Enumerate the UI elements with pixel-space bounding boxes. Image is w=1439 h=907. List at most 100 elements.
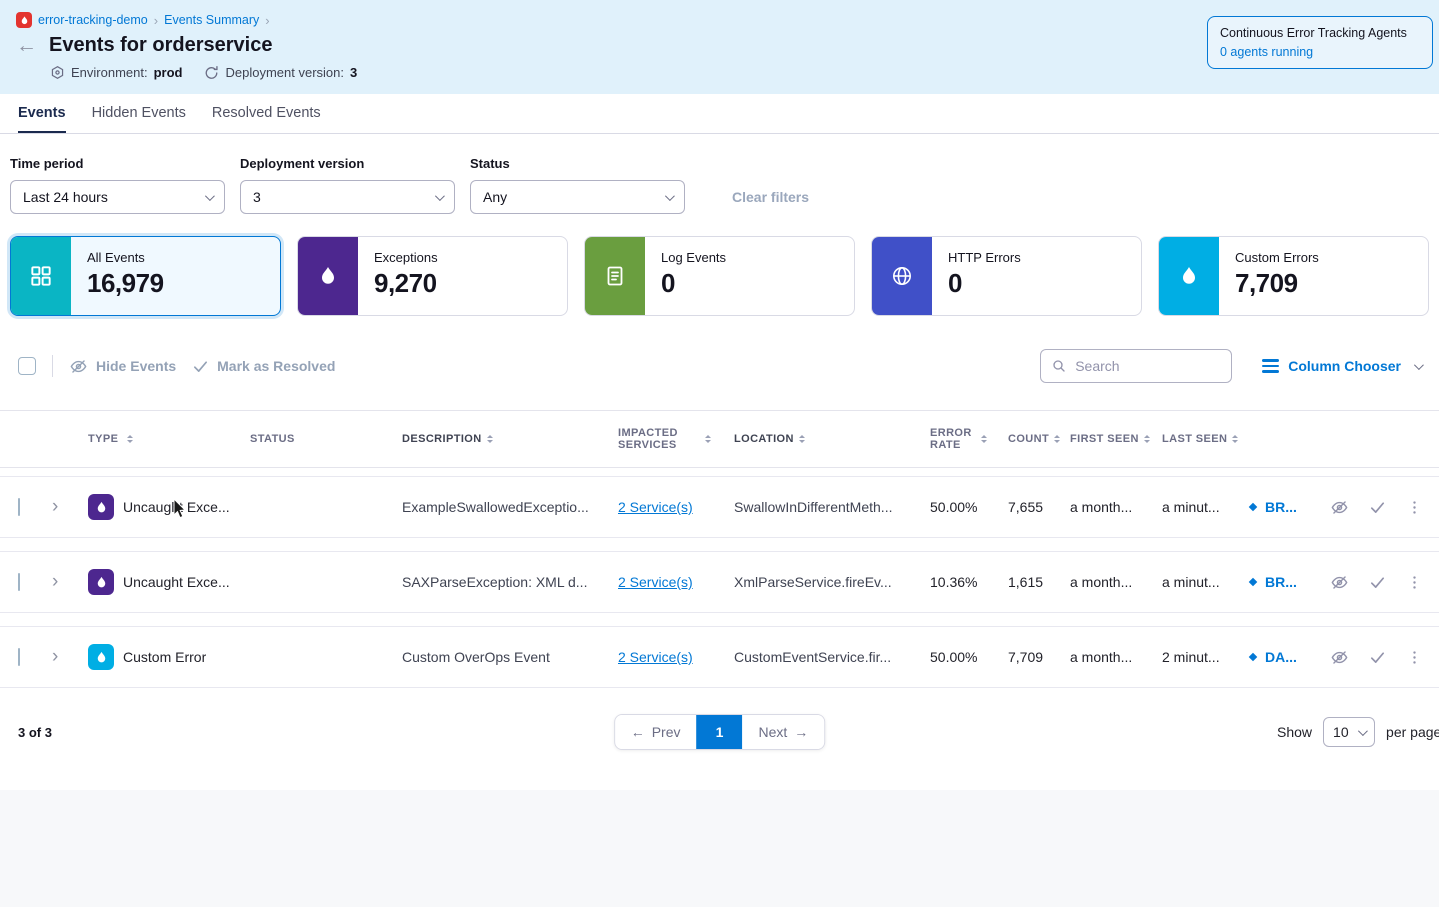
check-icon[interactable]: [1369, 499, 1386, 516]
event-description: ExampleSwallowedExceptio...: [402, 499, 618, 515]
deployment-version-icon: [204, 65, 219, 80]
row-checkbox[interactable]: [18, 648, 20, 666]
error-tracking-logo-icon: [16, 12, 32, 28]
prev-page-button[interactable]: ← Prev: [615, 715, 697, 749]
show-label: Show: [1277, 724, 1312, 740]
page-title: Events for orderservice: [49, 34, 272, 57]
impacted-services-link[interactable]: 2 Service(s): [618, 649, 693, 665]
eye-slash-icon: [69, 357, 88, 376]
column-chooser-button[interactable]: Column Chooser: [1262, 358, 1421, 374]
card-log-events[interactable]: Log Events 0: [584, 236, 855, 316]
eye-slash-icon[interactable]: [1330, 648, 1349, 667]
event-count: 7,709: [1008, 649, 1070, 665]
kebab-menu-icon[interactable]: [1406, 499, 1423, 516]
event-count: 1,615: [1008, 574, 1070, 590]
status-select[interactable]: Any: [470, 180, 685, 214]
expand-chevron-icon[interactable]: ›: [52, 496, 82, 518]
time-period-select[interactable]: Last 24 hours: [10, 180, 225, 214]
hide-events-button[interactable]: Hide Events: [69, 357, 176, 376]
header-count[interactable]: COUNT: [1008, 433, 1070, 445]
sort-icon[interactable]: [487, 435, 493, 443]
sort-icon[interactable]: [705, 435, 711, 443]
status-filter-value: Any: [483, 189, 507, 205]
error-rate: 50.00%: [930, 499, 1008, 515]
sort-icon[interactable]: [981, 435, 987, 443]
check-icon: [192, 358, 209, 375]
column-chooser-label: Column Chooser: [1288, 358, 1401, 374]
environment-label: Environment:: [71, 65, 148, 80]
row-checkbox[interactable]: [18, 573, 20, 591]
expand-chevron-icon[interactable]: ›: [52, 646, 82, 668]
breadcrumb-page-link[interactable]: Events Summary: [164, 13, 259, 27]
last-seen: a minut...: [1162, 574, 1246, 590]
card-exceptions[interactable]: Exceptions 9,270: [297, 236, 568, 316]
sort-icon[interactable]: [1054, 435, 1060, 443]
tab-resolved-events[interactable]: Resolved Events: [212, 94, 321, 133]
row-checkbox[interactable]: [18, 498, 20, 516]
ticket-link[interactable]: BR...: [1246, 499, 1328, 515]
deployment-version-select[interactable]: 3: [240, 180, 455, 214]
last-seen: 2 minut...: [1162, 649, 1246, 665]
card-label: HTTP Errors: [948, 250, 1021, 265]
back-arrow-button[interactable]: ←: [16, 35, 37, 56]
header-impacted-services[interactable]: IMPACTED SERVICES: [618, 427, 734, 451]
arrow-right-icon: →: [794, 724, 808, 740]
header-description[interactable]: DESCRIPTION: [402, 433, 618, 445]
mark-resolved-label: Mark as Resolved: [217, 358, 335, 374]
pager: ← Prev 1 Next →: [614, 714, 826, 750]
expand-chevron-icon[interactable]: ›: [52, 571, 82, 593]
tab-hidden-events[interactable]: Hidden Events: [92, 94, 186, 133]
page-1-button[interactable]: 1: [697, 715, 743, 749]
page-size-select[interactable]: 10: [1323, 717, 1375, 747]
ticket-link[interactable]: DA...: [1246, 649, 1328, 665]
card-custom-errors[interactable]: Custom Errors 7,709: [1158, 236, 1429, 316]
impacted-services-link[interactable]: 2 Service(s): [618, 499, 693, 515]
mark-resolved-button[interactable]: Mark as Resolved: [192, 358, 335, 375]
per-page-label: per page: [1386, 724, 1439, 740]
check-icon[interactable]: [1369, 649, 1386, 666]
sort-icon[interactable]: [1232, 435, 1238, 443]
event-location: SwallowInDifferentMeth...: [734, 499, 930, 515]
card-all-events[interactable]: All Events 16,979: [10, 236, 281, 316]
sort-icon[interactable]: [1144, 435, 1150, 443]
flame-icon: [1159, 237, 1219, 315]
eye-slash-icon[interactable]: [1330, 498, 1349, 517]
card-value: 7,709: [1235, 268, 1319, 299]
search-input[interactable]: [1075, 358, 1221, 374]
sort-icon[interactable]: [799, 435, 805, 443]
header-type[interactable]: TYPE: [82, 433, 250, 445]
custom-error-type-icon: [88, 644, 114, 670]
select-all-checkbox[interactable]: [18, 357, 36, 375]
search-box: [1040, 349, 1232, 383]
header-error-rate[interactable]: ERROR RATE: [930, 427, 1008, 451]
clear-filters-button[interactable]: Clear filters: [732, 189, 809, 205]
kebab-menu-icon[interactable]: [1406, 574, 1423, 591]
header-status[interactable]: STATUS: [250, 433, 402, 445]
next-page-button[interactable]: Next →: [743, 715, 825, 749]
ticket-link[interactable]: BR...: [1246, 574, 1328, 590]
kebab-menu-icon[interactable]: [1406, 649, 1423, 666]
sort-icon[interactable]: [127, 435, 133, 443]
breadcrumb-separator: ›: [265, 13, 269, 28]
environment-meta: Environment: prod: [50, 65, 182, 80]
card-http-errors[interactable]: HTTP Errors 0: [871, 236, 1142, 316]
tab-events[interactable]: Events: [18, 94, 66, 133]
first-seen: a month...: [1070, 499, 1162, 515]
table-row: › Custom Error Custom OverOps Event 2 Se…: [0, 626, 1439, 688]
chevron-down-icon: [1358, 726, 1368, 736]
header-first-seen[interactable]: FIRST SEEN: [1070, 433, 1162, 445]
tab-bar: Events Hidden Events Resolved Events: [0, 94, 1439, 134]
deployment-meta: Deployment version: 3: [204, 65, 357, 80]
event-description: SAXParseException: XML d...: [402, 574, 618, 590]
header-location[interactable]: LOCATION: [734, 433, 930, 445]
check-icon[interactable]: [1369, 574, 1386, 591]
deployment-label: Deployment version:: [225, 65, 344, 80]
flame-icon: [298, 237, 358, 315]
impacted-services-link[interactable]: 2 Service(s): [618, 574, 693, 590]
breadcrumb-project-link[interactable]: error-tracking-demo: [38, 13, 148, 27]
eye-slash-icon[interactable]: [1330, 573, 1349, 592]
diamond-icon: [1246, 650, 1260, 664]
agents-running-link[interactable]: 0 agents running: [1220, 45, 1420, 59]
header-last-seen[interactable]: LAST SEEN: [1162, 433, 1246, 445]
stat-cards: All Events 16,979 Exceptions 9,270 Log E…: [0, 214, 1439, 316]
